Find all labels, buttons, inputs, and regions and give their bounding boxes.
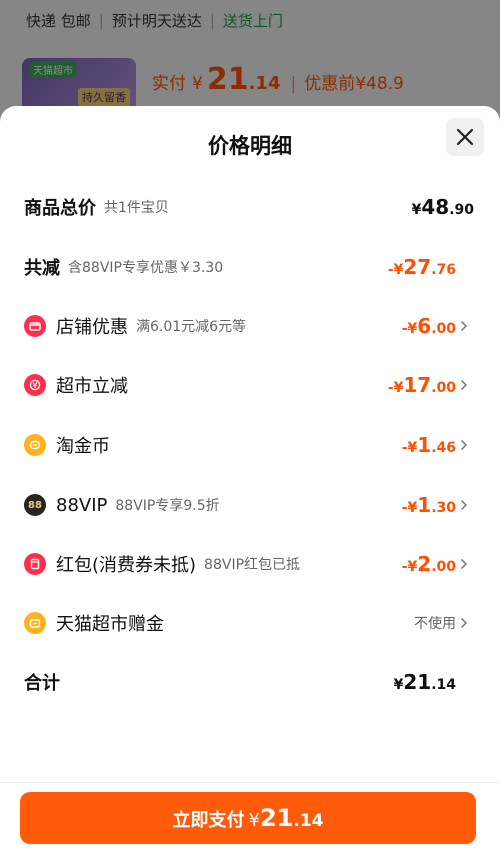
thumb-tag: 天猫超市: [30, 62, 76, 77]
taojinbi-amount: -¥ 1.46: [401, 433, 456, 457]
delivery-info: 快递 包邮 | 预计明天送达 | 送货上门: [26, 11, 283, 30]
gold-coin-icon: [24, 434, 46, 456]
row-shop-discount[interactable]: 店铺优惠 满6.01元减6元等 -¥ 6.00: [24, 311, 474, 341]
door-delivery-text: 送货上门: [222, 11, 283, 30]
row-total: 合计 ¥21.14: [24, 670, 456, 694]
close-button[interactable]: [446, 118, 484, 156]
actual-pay-label: 实付: [152, 74, 186, 94]
chevron-right-icon: [460, 497, 474, 513]
pay-now-button[interactable]: 立即支付 ¥ 21 .14: [20, 792, 476, 844]
sheet-title: 价格明细: [208, 134, 292, 158]
row-goods-total: 商品总价 共1件宝贝 ¥48.90: [24, 195, 474, 219]
total-discount-amount: -¥ 27.76: [387, 255, 456, 279]
row-total-discount: 共减 含88VIP专享优惠￥3.30 -¥ 27.76: [24, 255, 456, 279]
background-price: 实付 ¥ 21 .14 | 优惠前¥48.9: [152, 62, 404, 97]
vip-88-icon: 88: [24, 494, 46, 516]
vip-discount-amount: -¥ 1.30: [401, 493, 456, 517]
thumb-badge: 持久留香: [78, 88, 130, 106]
price-detail-sheet: 价格明细 商品总价 共1件宝贝 ¥48.90 共减 含88VIP专享优惠￥3.3…: [0, 106, 500, 858]
gift-money-icon: [24, 612, 46, 634]
chevron-right-icon: [460, 615, 474, 631]
before-discount-label: 优惠前¥48.9: [304, 74, 404, 94]
gift-money-value: 不使用: [414, 616, 456, 632]
goods-total-amount: ¥48.90: [411, 195, 474, 219]
shop-icon: [24, 315, 46, 337]
row-88vip[interactable]: 88 88VIP 88VIP专享9.5折 -¥ 1.30: [24, 490, 474, 520]
row-tmall-gift-money[interactable]: 天猫超市赠金 不使用: [24, 608, 474, 638]
row-red-packet[interactable]: 红包(消费券未抵) 88VIP红包已抵 -¥ 2.00: [24, 549, 474, 579]
yen-coupon-icon: [24, 374, 46, 396]
footer-divider: [0, 782, 500, 783]
chevron-right-icon: [460, 437, 474, 453]
chevron-right-icon: [460, 377, 474, 393]
chevron-right-icon: [460, 556, 474, 572]
row-supermarket-discount[interactable]: 超市立减 -¥ 17.00: [24, 370, 474, 400]
row-taojinbi[interactable]: 淘金币 -¥ 1.46: [24, 430, 474, 460]
red-packet-icon: [24, 553, 46, 575]
eta-text: 预计明天送达: [111, 11, 202, 30]
chevron-right-icon: [460, 318, 474, 334]
supermarket-discount-amount: -¥ 17.00: [387, 373, 456, 397]
total-amount: ¥21.14: [393, 670, 456, 694]
delivery-text: 快递 包邮: [26, 11, 91, 30]
red-packet-amount: -¥ 2.00: [401, 552, 456, 576]
shop-discount-amount: -¥ 6.00: [401, 314, 456, 338]
close-icon: [456, 128, 474, 146]
